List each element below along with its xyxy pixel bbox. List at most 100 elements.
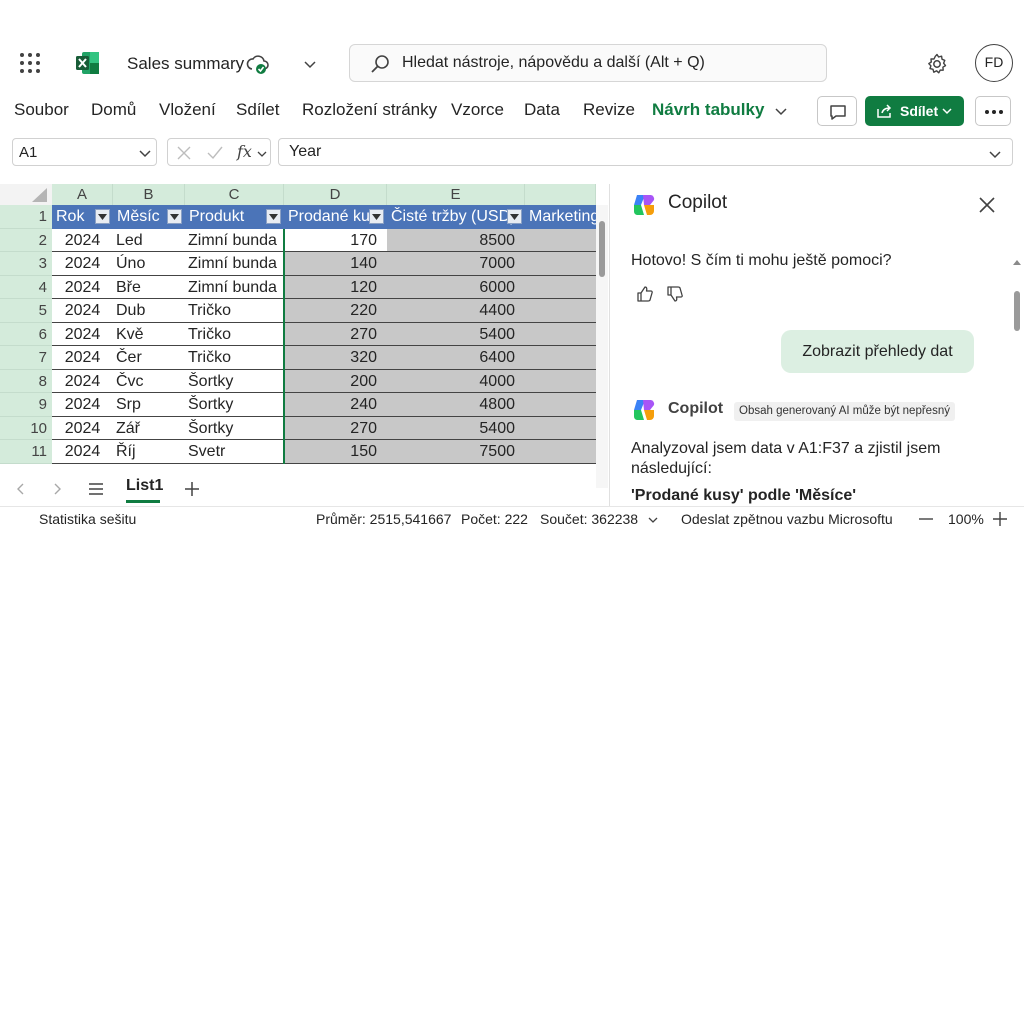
tab-revize[interactable]: Revize — [583, 100, 635, 120]
table-cell[interactable]: 4400 — [387, 299, 525, 323]
tab-sdilet[interactable]: Sdílet — [236, 100, 279, 120]
minus-icon[interactable] — [919, 517, 933, 521]
waffle-icon[interactable] — [20, 53, 40, 73]
table-cell[interactable]: 320 — [284, 346, 387, 370]
table-cell[interactable]: Úno — [113, 252, 185, 276]
chevron-down-icon[interactable] — [773, 103, 789, 119]
chevron-left-icon[interactable] — [14, 482, 26, 496]
table-header-cell[interactable]: Čisté tržby (USD) — [387, 205, 525, 229]
comments-button[interactable] — [817, 96, 857, 126]
name-box[interactable]: A1 — [12, 138, 157, 166]
chevron-down-icon[interactable] — [302, 56, 318, 72]
table-cell[interactable]: 270 — [284, 322, 387, 346]
zoom-level[interactable]: 100% — [948, 511, 984, 527]
table-cell[interactable]: 240 — [284, 393, 387, 417]
check-icon[interactable] — [206, 145, 224, 161]
vertical-scrollbar[interactable] — [596, 205, 608, 488]
table-cell[interactable]: 2024 — [52, 275, 113, 299]
more-options-button[interactable] — [975, 96, 1011, 126]
column-header-f[interactable] — [525, 184, 596, 205]
document-title[interactable]: Sales summary — [127, 54, 244, 74]
table-cell[interactable] — [525, 416, 596, 440]
search-box[interactable] — [349, 44, 827, 82]
feedback-link[interactable]: Odeslat zpětnou vazbu Microsoftu — [681, 511, 893, 527]
row-header[interactable]: 4 — [0, 275, 52, 299]
table-cell[interactable] — [525, 393, 596, 417]
table-cell[interactable]: Říj — [113, 440, 185, 464]
cloud-check-icon[interactable] — [246, 53, 270, 75]
tab-vlozeni[interactable]: Vložení — [159, 100, 216, 120]
filter-icon[interactable] — [266, 209, 281, 224]
table-cell[interactable] — [525, 299, 596, 323]
filter-icon[interactable] — [369, 209, 384, 224]
table-cell[interactable] — [525, 440, 596, 464]
table-cell[interactable]: Čvc — [113, 369, 185, 393]
tab-soubor[interactable]: Soubor — [14, 100, 69, 120]
table-cell[interactable]: Šortky — [185, 416, 284, 440]
table-cell[interactable]: 140 — [284, 252, 387, 276]
table-cell[interactable]: Tričko — [185, 299, 284, 323]
table-cell[interactable]: Čer — [113, 346, 185, 370]
table-cell[interactable]: 7000 — [387, 252, 525, 276]
table-cell[interactable] — [525, 369, 596, 393]
table-cell[interactable]: Tričko — [185, 346, 284, 370]
column-header-e[interactable]: E — [387, 184, 525, 205]
table-cell[interactable]: Zimní bunda — [185, 275, 284, 299]
tab-domu[interactable]: Domů — [91, 100, 136, 120]
column-header-a[interactable]: A — [52, 184, 113, 205]
table-cell[interactable]: Zář — [113, 416, 185, 440]
close-icon[interactable] — [978, 196, 996, 214]
gear-icon[interactable] — [925, 52, 949, 76]
table-cell[interactable]: 6400 — [387, 346, 525, 370]
chevron-down-icon[interactable] — [138, 146, 152, 160]
sheet-tab-list1[interactable]: List1 — [126, 477, 163, 495]
insert-function-button[interactable]: fx — [237, 142, 252, 161]
table-cell[interactable]: 2024 — [52, 440, 113, 464]
table-cell[interactable] — [525, 322, 596, 346]
table-cell[interactable]: Tričko — [185, 322, 284, 346]
workbook-statistics[interactable]: Statistika sešitu — [39, 511, 136, 527]
table-cell[interactable]: Šortky — [185, 369, 284, 393]
chevron-down-icon[interactable] — [988, 147, 1002, 161]
thumbs-down-icon[interactable] — [666, 285, 684, 303]
table-cell[interactable]: Dub — [113, 299, 185, 323]
table-cell[interactable]: 5400 — [387, 416, 525, 440]
table-cell[interactable]: 200 — [284, 369, 387, 393]
filter-icon[interactable] — [507, 209, 522, 224]
select-all-corner[interactable] — [0, 184, 52, 205]
plus-icon[interactable] — [184, 481, 200, 497]
table-cell[interactable]: Srp — [113, 393, 185, 417]
row-header[interactable]: 2 — [0, 228, 52, 252]
row-header[interactable]: 8 — [0, 369, 52, 393]
formula-input[interactable]: Year — [278, 138, 1013, 166]
table-cell[interactable]: 4000 — [387, 369, 525, 393]
suggestion-button[interactable]: Zobrazit přehledy dat — [781, 330, 974, 373]
search-input[interactable] — [402, 51, 812, 75]
row-header[interactable]: 9 — [0, 393, 52, 417]
table-cell[interactable]: Zimní bunda — [185, 228, 284, 252]
table-cell[interactable]: Kvě — [113, 322, 185, 346]
table-cell[interactable]: Šortky — [185, 393, 284, 417]
share-button[interactable]: Sdílet — [865, 96, 964, 126]
row-header[interactable]: 7 — [0, 346, 52, 370]
table-cell[interactable]: 220 — [284, 299, 387, 323]
row-header[interactable]: 3 — [0, 252, 52, 276]
table-header-cell[interactable]: Měsíc — [113, 205, 185, 229]
filter-icon[interactable] — [167, 209, 182, 224]
column-header-d[interactable]: D — [284, 184, 387, 205]
table-header-cell[interactable]: Rok — [52, 205, 113, 229]
table-cell[interactable]: 7500 — [387, 440, 525, 464]
chevron-down-icon[interactable] — [648, 515, 658, 525]
filter-icon[interactable] — [95, 209, 110, 224]
table-cell[interactable]: Zimní bunda — [185, 252, 284, 276]
table-cell[interactable]: 2024 — [52, 322, 113, 346]
tab-data[interactable]: Data — [524, 100, 560, 120]
row-header[interactable]: 11 — [0, 440, 52, 464]
table-cell[interactable]: Bře — [113, 275, 185, 299]
table-cell[interactable]: 6000 — [387, 275, 525, 299]
table-header-cell[interactable]: Produkt — [185, 205, 284, 229]
chevron-down-icon[interactable] — [257, 149, 267, 159]
cancel-icon[interactable] — [176, 145, 192, 161]
table-cell[interactable]: 5400 — [387, 322, 525, 346]
row-header[interactable]: 10 — [0, 416, 52, 440]
